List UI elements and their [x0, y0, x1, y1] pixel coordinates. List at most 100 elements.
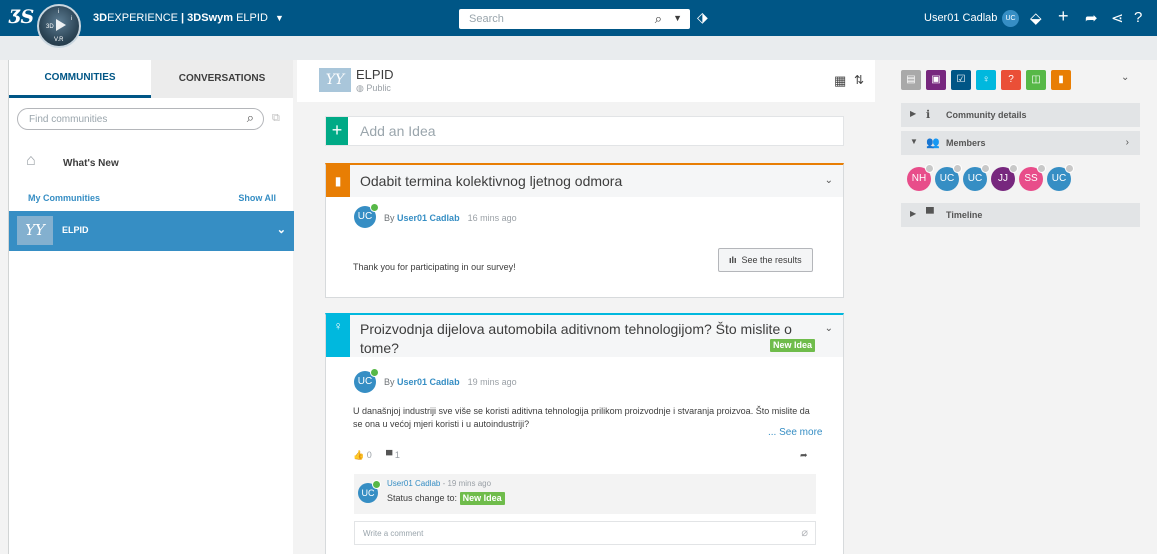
author-link[interactable]: User01 Cadlab: [397, 213, 460, 223]
avatar[interactable]: UC: [354, 203, 379, 228]
member-avatar[interactable]: UC: [963, 164, 990, 191]
chevron-down-icon[interactable]: ⌄: [825, 175, 833, 186]
presence-status-icon: [925, 164, 934, 173]
presence-status-icon: [981, 164, 990, 173]
clipboard-icon[interactable]: ▮: [1051, 70, 1071, 90]
members-section[interactable]: ▼ 👥 Members ›: [901, 131, 1140, 155]
like-button[interactable]: 👍 0: [353, 450, 372, 461]
search-input[interactable]: Search ⌕ ▼: [459, 9, 690, 29]
member-list: NH UC UC JJ SS UC: [907, 164, 1074, 191]
idea-post-card: ♀ Proizvodnja dijelova automobila aditiv…: [325, 313, 844, 554]
wiki-icon[interactable]: ◫: [1026, 70, 1046, 90]
help-icon[interactable]: ?: [1134, 9, 1142, 26]
widget-toolbar: ▤ ▣ ☑ ♀? ◫ ▮: [901, 70, 1071, 90]
author-link[interactable]: User01 Cadlab: [397, 377, 460, 387]
member-avatar[interactable]: UC: [1047, 164, 1074, 191]
community-header: YY ELPID ◍ Public ▦ ⇅: [297, 60, 875, 102]
app-context: ELPID: [236, 12, 268, 24]
compass-icon[interactable]: 3D i i V.R: [37, 4, 81, 48]
show-all-link[interactable]: Show All: [238, 193, 276, 203]
app-title[interactable]: 3DEXPERIENCE | 3DSwym ELPID ▼: [93, 12, 284, 24]
comment-button[interactable]: ▀ 1: [386, 450, 400, 460]
status-badge: New Idea: [769, 339, 815, 352]
post-title[interactable]: Odabit termina kolektivnog ljetnog odmor…: [360, 172, 622, 191]
add-icon[interactable]: +: [1058, 6, 1069, 27]
status-badge: New Idea: [459, 492, 505, 505]
idea-icon: ♀: [326, 315, 350, 357]
survey-post-card: ▮ Odabit termina kolektivnog ljetnog odm…: [325, 163, 844, 298]
share-icon[interactable]: ⋖: [1111, 9, 1124, 27]
collapse-icon: ▼: [910, 137, 918, 146]
right-panel: ▤ ▣ ☑ ♀? ◫ ▮ ⌄ ▶ ℹ Community details ▼ 👥 Memb…: [876, 60, 1157, 554]
find-communities-input[interactable]: Find communities ⌕: [17, 108, 264, 130]
sort-icon[interactable]: ⇅: [854, 73, 864, 87]
chevron-down-icon[interactable]: ⌄: [825, 323, 833, 334]
expand-icon: ▶: [910, 209, 917, 218]
whats-new-item[interactable]: ⌂ What's New: [9, 146, 294, 182]
chevron-right-icon[interactable]: ›: [1126, 137, 1129, 148]
community-thumbnail: YY: [17, 216, 53, 245]
see-more-link[interactable]: ... See more: [768, 427, 822, 438]
online-status-icon: [370, 203, 379, 212]
chevron-down-icon[interactable]: ▼: [673, 13, 682, 23]
online-status-icon: [370, 368, 379, 377]
member-avatar[interactable]: UC: [935, 164, 962, 191]
media-icon[interactable]: ▣: [926, 70, 946, 90]
share-tag-icon[interactable]: ⬙: [1030, 9, 1042, 27]
community-item-elpid[interactable]: YY ELPID ⌄: [9, 211, 294, 251]
community-name: ELPID: [356, 67, 394, 82]
comment-icon: ▀: [386, 450, 393, 460]
post-title[interactable]: Proizvodnja dijelova automobila aditivno…: [360, 320, 820, 358]
tag-icon[interactable]: ⬗: [697, 9, 708, 26]
search-icon[interactable]: ⌕: [247, 110, 254, 126]
question-icon[interactable]: ?: [1001, 70, 1021, 90]
left-panel: COMMUNITIES CONVERSATIONS Find communiti…: [8, 60, 294, 554]
comment-item: UC User01 Cadlab - 19 mins ago Status ch…: [354, 474, 816, 514]
share-icon[interactable]: ➦: [800, 450, 808, 461]
sub-bar: [0, 36, 1157, 60]
post-byline: By User01 Cadlab 19 mins ago: [384, 377, 517, 387]
ds-logo: ƷS: [9, 6, 34, 28]
post-byline: By User01 Cadlab 16 mins ago: [384, 213, 517, 223]
feed: + Add an Idea ▮ Odabit termina kolektivn…: [297, 102, 875, 554]
member-avatar[interactable]: SS: [1019, 164, 1046, 191]
comment-icon: ▀: [926, 208, 934, 220]
tab-communities[interactable]: COMMUNITIES: [9, 60, 151, 98]
people-icon: 👥: [926, 137, 940, 149]
tab-conversations[interactable]: CONVERSATIONS: [151, 60, 293, 98]
survey-icon[interactable]: ☑: [951, 70, 971, 90]
avatar[interactable]: UC: [358, 480, 381, 503]
avatar[interactable]: UC: [1002, 10, 1019, 27]
chevron-down-icon[interactable]: ⌄: [277, 223, 286, 236]
idea-icon[interactable]: ♀: [976, 70, 996, 90]
comment-input[interactable]: Write a comment ⌀: [354, 521, 816, 545]
user-name[interactable]: User01 Cadlab: [924, 12, 997, 24]
chevron-down-icon: ▼: [274, 13, 284, 23]
community-thumbnail: YY: [319, 68, 351, 92]
comment-author: User01 Cadlab - 19 mins ago: [387, 479, 492, 488]
feed-icon[interactable]: ▤: [901, 70, 921, 90]
member-avatar[interactable]: JJ: [991, 164, 1018, 191]
home-icon: ⌂: [26, 152, 36, 169]
post-body: Thank you for participating in our surve…: [353, 262, 516, 272]
layout-icon[interactable]: ▦: [834, 73, 846, 89]
see-results-button[interactable]: ılı See the results: [718, 248, 813, 272]
comment-status: Status change to: New Idea: [387, 492, 505, 505]
post-body: U današnjoj industriji sve više se koris…: [353, 406, 810, 429]
expand-icon: ▶: [910, 109, 917, 118]
center-panel: YY ELPID ◍ Public ▦ ⇅ + Add an Idea ▮ Od…: [297, 60, 875, 554]
avatar[interactable]: UC: [354, 368, 379, 393]
my-communities-label: My Communities: [28, 193, 101, 203]
timeline-section[interactable]: ▶ ▀ Timeline: [901, 203, 1140, 227]
copy-icon[interactable]: ⧉: [272, 112, 280, 125]
paperclip-icon[interactable]: ⌀: [801, 526, 808, 539]
member-avatar[interactable]: NH: [907, 164, 934, 191]
add-idea-input[interactable]: + Add an Idea: [325, 116, 844, 146]
visibility-label: ◍ Public: [356, 83, 391, 93]
panel-tabs: COMMUNITIES CONVERSATIONS: [9, 60, 293, 98]
chevron-down-icon[interactable]: ⌄: [1121, 72, 1129, 83]
search-icon[interactable]: ⌕: [655, 11, 662, 27]
forward-icon[interactable]: ➦: [1085, 9, 1098, 27]
thumbs-up-icon: 👍: [353, 450, 365, 460]
community-details-section[interactable]: ▶ ℹ Community details: [901, 103, 1140, 127]
